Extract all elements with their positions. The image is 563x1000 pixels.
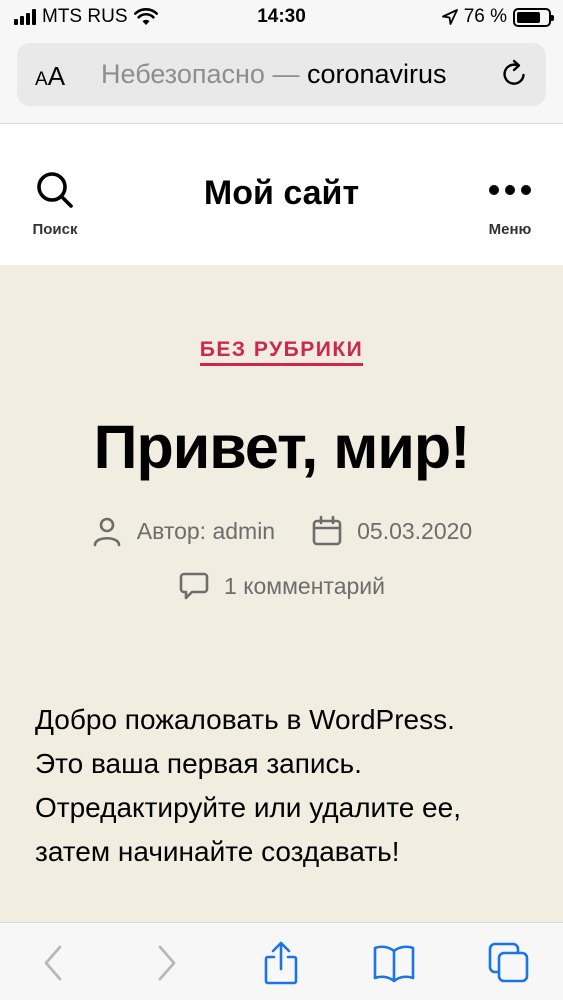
comments-text: 1 комментарий bbox=[224, 572, 385, 599]
menu-toggle-button[interactable]: Меню bbox=[470, 168, 550, 238]
status-bar: MTS RUS 14:30 76 % bbox=[0, 0, 563, 36]
wifi-icon bbox=[133, 8, 158, 25]
post-category: БЕЗ РУБРИКИ bbox=[0, 338, 563, 366]
share-icon bbox=[264, 941, 298, 985]
menu-label: Меню bbox=[488, 221, 532, 238]
comment-icon bbox=[179, 572, 209, 600]
book-icon bbox=[373, 945, 415, 983]
battery-icon bbox=[513, 7, 554, 27]
post-body-line: Это ваша первая запись. bbox=[35, 748, 362, 779]
chevron-right-icon bbox=[158, 945, 176, 981]
search-icon bbox=[37, 172, 73, 208]
chevron-left-icon bbox=[44, 945, 62, 981]
post-date[interactable]: 05.03.2020 bbox=[311, 515, 472, 547]
battery-percent: 76 % bbox=[463, 6, 507, 27]
url-insecure-label: Небезопасно — bbox=[101, 59, 307, 89]
post-comments[interactable]: 1 комментарий bbox=[178, 570, 385, 602]
post-content: БЕЗ РУБРИКИ Привет, мир! Автор: admin 05… bbox=[0, 265, 563, 922]
post-comments-meta: 1 комментарий bbox=[0, 570, 563, 602]
post-body-line: затем начинайте создавать! bbox=[35, 836, 400, 867]
bookmarks-button[interactable] bbox=[372, 941, 416, 985]
status-left: MTS RUS bbox=[14, 6, 158, 28]
reload-icon[interactable] bbox=[498, 58, 530, 90]
search-toggle-button[interactable]: Поиск bbox=[15, 168, 95, 238]
category-link[interactable]: БЕЗ РУБРИКИ bbox=[199, 338, 364, 366]
author-text: Автор: admin bbox=[136, 517, 276, 544]
back-button[interactable] bbox=[32, 941, 76, 985]
post-body-line: Отредактируйте или удалите ее, bbox=[35, 792, 461, 823]
calendar-icon bbox=[312, 515, 342, 546]
url-domain: coronavirus bbox=[306, 59, 447, 89]
battery-level bbox=[517, 11, 540, 23]
carrier-name: MTS RUS bbox=[42, 6, 128, 27]
post-author[interactable]: Автор: admin bbox=[91, 515, 275, 547]
address-bar[interactable]: AA Небезопасно — coronavirus bbox=[17, 43, 546, 106]
date-text: 05.03.2020 bbox=[357, 517, 473, 544]
tabs-icon bbox=[488, 942, 529, 983]
status-right: 76 % bbox=[441, 6, 554, 28]
browser-address-area: AA Небезопасно — coronavirus bbox=[0, 36, 563, 124]
forward-button[interactable] bbox=[144, 941, 188, 985]
url-field[interactable]: Небезопасно — coronavirus bbox=[101, 59, 499, 90]
more-dots-icon bbox=[489, 185, 531, 195]
post-title: Привет, мир! bbox=[93, 413, 471, 481]
post-body: Добро пожаловать в WordPress. Это ваша п… bbox=[35, 698, 535, 874]
cellular-signal-icon bbox=[14, 9, 36, 25]
user-icon bbox=[93, 517, 121, 547]
search-label: Поиск bbox=[32, 221, 78, 238]
post-body-line: Добро пожаловать в WordPress. bbox=[35, 704, 455, 735]
post-meta: Автор: admin 05.03.2020 bbox=[0, 515, 563, 547]
text-size-button[interactable]: AA bbox=[35, 61, 65, 92]
share-button[interactable] bbox=[259, 941, 303, 985]
browser-toolbar bbox=[0, 922, 563, 1000]
location-arrow-icon bbox=[441, 9, 458, 25]
tabs-button[interactable] bbox=[487, 941, 531, 985]
site-header: Поиск Мой сайт Меню bbox=[0, 124, 563, 265]
